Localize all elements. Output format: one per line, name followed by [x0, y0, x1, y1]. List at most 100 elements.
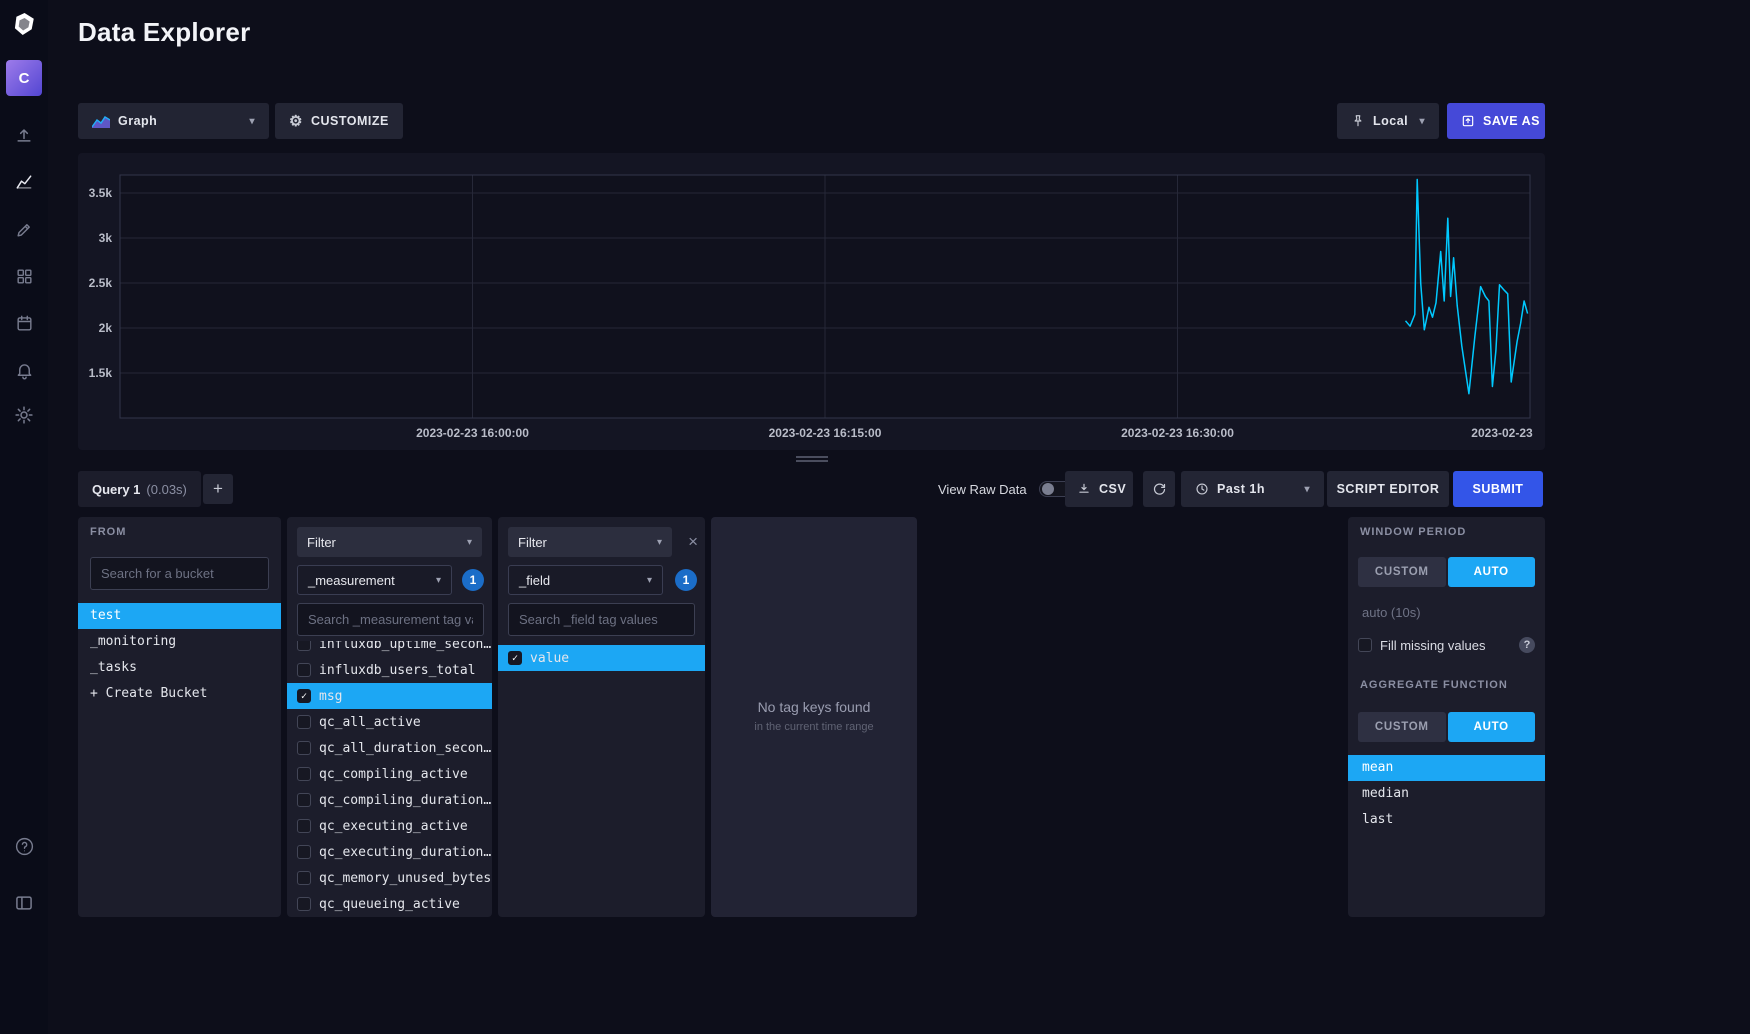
filter-measurement-panel: Filter ▾ _measurement ▾ 1 influxdb_uptim…	[287, 517, 492, 917]
checkbox[interactable]	[297, 845, 311, 859]
checkbox[interactable]	[297, 897, 311, 911]
tag-key-dropdown[interactable]: _measurement ▾	[297, 565, 452, 595]
edit-icon[interactable]	[0, 214, 48, 244]
sidebar-toggle-icon[interactable]	[0, 888, 48, 918]
filter-type-dropdown[interactable]: Filter ▾	[508, 527, 672, 557]
bucket-item[interactable]: _monitoring	[78, 629, 281, 655]
avatar[interactable]: C	[6, 60, 42, 96]
measurement-item[interactable]: influxdb_uptime_secon…	[287, 641, 492, 657]
bucket-item[interactable]: test	[78, 603, 281, 629]
measurement-item[interactable]: qc_memory_unused_bytes	[287, 865, 492, 891]
empty-state-title: No tag keys found	[711, 699, 917, 715]
measurement-item[interactable]: qc_compiling_active	[287, 761, 492, 787]
tag-value-label: qc_compiling_active	[319, 767, 468, 782]
tag-value-label: qc_queueing_active	[319, 897, 460, 912]
svg-text:3.5k: 3.5k	[89, 186, 113, 200]
window-auto-button[interactable]: AUTO	[1448, 557, 1536, 587]
measurement-item[interactable]: qc_all_duration_secon…	[287, 735, 492, 761]
aggregate-custom-button[interactable]: CUSTOM	[1358, 712, 1446, 742]
aggregate-mode: CUSTOM AUTO	[1358, 712, 1535, 742]
bucket-item[interactable]: + Create Bucket	[78, 681, 281, 707]
measurement-list: influxdb_uptime_secon… influxdb_users_tot…	[287, 641, 492, 917]
bucket-search-input[interactable]	[90, 557, 269, 590]
svg-text:2.5k: 2.5k	[89, 276, 113, 290]
measurement-item[interactable]: qc_executing_active	[287, 813, 492, 839]
page-title: Data Explorer	[78, 17, 250, 48]
field-search-input[interactable]	[508, 603, 695, 636]
graph-icon[interactable]	[0, 167, 48, 197]
fill-missing-checkbox[interactable]	[1358, 638, 1372, 652]
settings-icon[interactable]	[0, 400, 48, 430]
aggregate-function-item[interactable]: median	[1348, 781, 1545, 807]
aggregate-auto-button[interactable]: AUTO	[1448, 712, 1536, 742]
checkbox-checked[interactable]: ✓	[297, 689, 311, 703]
field-list: ✓value	[498, 641, 705, 917]
from-panel: FROM test_monitoring_tasks+ Create Bucke…	[78, 517, 281, 917]
dashboards-icon[interactable]	[0, 261, 48, 291]
measurement-item[interactable]: qc_all_active	[287, 709, 492, 735]
script-editor-button[interactable]: SCRIPT EDITOR	[1327, 471, 1449, 507]
tag-keys-empty-panel: No tag keys found in the current time ra…	[711, 517, 917, 917]
save-as-button[interactable]: SAVE AS	[1447, 103, 1545, 139]
window-custom-button[interactable]: CUSTOM	[1358, 557, 1446, 587]
visualization-type-dropdown[interactable]: Graph ▾	[78, 103, 269, 139]
chevron-down-icon: ▾	[436, 575, 441, 586]
influxdb-logo[interactable]	[0, 9, 48, 39]
customize-label: CUSTOMIZE	[311, 114, 389, 128]
csv-label: CSV	[1099, 482, 1126, 496]
query-tab[interactable]: Query 1 (0.03s)	[78, 471, 201, 507]
resize-handle[interactable]	[796, 456, 828, 462]
checkbox-checked[interactable]: ✓	[508, 651, 522, 665]
tag-key-dropdown[interactable]: _field ▾	[508, 565, 663, 595]
measurement-item[interactable]: qc_executing_duration…	[287, 839, 492, 865]
download-icon	[1077, 482, 1091, 496]
notifications-icon[interactable]	[0, 355, 48, 385]
from-header: FROM	[90, 526, 126, 538]
close-icon[interactable]: ×	[688, 533, 698, 550]
time-range-dropdown[interactable]: Past 1h ▾	[1181, 471, 1324, 507]
filter-field-panel: Filter ▾ × _field ▾ 1 ✓value	[498, 517, 705, 917]
chevron-down-icon: ▾	[1419, 116, 1425, 127]
aggregate-function-item[interactable]: last	[1348, 807, 1545, 833]
customize-button[interactable]: ⚙ CUSTOMIZE	[275, 103, 403, 139]
selected-count-badge: 1	[462, 569, 484, 591]
upload-icon[interactable]	[0, 120, 48, 150]
checkbox[interactable]	[297, 641, 311, 651]
field-item[interactable]: ✓value	[498, 645, 705, 671]
filter-type-dropdown[interactable]: Filter ▾	[297, 527, 482, 557]
bucket-item[interactable]: _tasks	[78, 655, 281, 681]
tag-key-label: _measurement	[308, 573, 395, 588]
query-duration: (0.03s)	[146, 482, 186, 497]
svg-text:1.5k: 1.5k	[89, 366, 113, 380]
tag-value-label: influxdb_users_total	[319, 663, 476, 678]
aggregate-function-item[interactable]: mean	[1348, 755, 1545, 781]
svg-text:2023-02-23 16:00:00: 2023-02-23 16:00:00	[416, 426, 529, 440]
checkbox[interactable]	[297, 767, 311, 781]
script-editor-label: SCRIPT EDITOR	[1337, 482, 1440, 496]
checkbox[interactable]	[297, 793, 311, 807]
measurement-item[interactable]: ✓msg	[287, 683, 492, 709]
checkbox[interactable]	[297, 663, 311, 677]
tag-value-label: qc_executing_active	[319, 819, 468, 834]
measurement-item[interactable]: influxdb_users_total	[287, 657, 492, 683]
csv-button[interactable]: CSV	[1065, 471, 1133, 507]
checkbox[interactable]	[297, 715, 311, 729]
question-mark-icon[interactable]: ?	[1519, 637, 1535, 653]
toggle-knob	[1042, 483, 1054, 495]
gear-icon: ⚙	[289, 114, 303, 129]
submit-button[interactable]: SUBMIT	[1453, 471, 1543, 507]
add-query-button[interactable]: +	[203, 474, 233, 504]
measurement-item[interactable]: qc_queueing_active	[287, 891, 492, 917]
checkbox[interactable]	[297, 741, 311, 755]
measurement-item[interactable]: qc_compiling_duration…	[287, 787, 492, 813]
refresh-button[interactable]	[1143, 471, 1175, 507]
help-icon[interactable]	[0, 831, 48, 861]
pin-icon	[1351, 114, 1365, 128]
local-dropdown[interactable]: Local ▾	[1337, 103, 1439, 139]
measurement-search-input[interactable]	[297, 603, 484, 636]
chevron-down-icon: ▾	[249, 116, 255, 127]
calendar-icon[interactable]	[0, 308, 48, 338]
checkbox[interactable]	[297, 819, 311, 833]
empty-state-subtitle: in the current time range	[711, 721, 917, 733]
checkbox[interactable]	[297, 871, 311, 885]
